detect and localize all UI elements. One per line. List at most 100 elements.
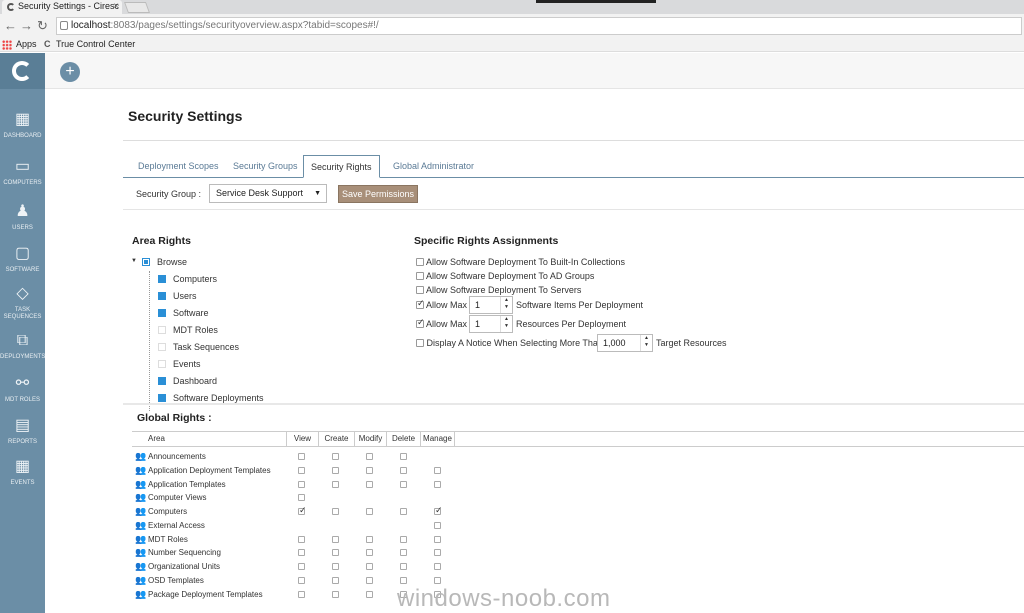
tree-node[interactable]: Software (158, 308, 209, 318)
tree-node[interactable]: Users (158, 291, 197, 301)
delete-checkbox[interactable] (400, 549, 407, 557)
modify-checkbox[interactable] (366, 453, 373, 460)
modify-checkbox[interactable] (366, 590, 373, 598)
create-checkbox[interactable] (332, 576, 339, 584)
tree-checkbox[interactable] (158, 377, 166, 385)
view-checkbox[interactable] (298, 505, 307, 516)
delete-checkbox[interactable] (400, 508, 407, 515)
tree-node-browse[interactable]: ▼ Browse (131, 257, 187, 267)
create-checkbox[interactable] (332, 549, 339, 557)
manage-checkbox[interactable] (434, 521, 441, 529)
tree-node[interactable]: Software Deployments (158, 393, 264, 403)
sidebar-item-events[interactable]: ▦ EVENTS (0, 458, 45, 487)
sidebar-item-deployments[interactable]: ⧉ DEPLOYMENTS (0, 332, 45, 361)
tree-checkbox[interactable] (158, 309, 166, 317)
browser-tab[interactable]: Security Settings - Ciresc × (2, 0, 122, 14)
close-tab-icon[interactable]: × (113, 0, 119, 13)
view-checkbox[interactable] (298, 576, 305, 584)
bookmark-apps[interactable]: Apps (16, 38, 37, 51)
create-checkbox[interactable] (332, 480, 339, 488)
modify-checkbox[interactable] (366, 480, 373, 488)
column-header-manage[interactable]: Manage (420, 432, 455, 446)
sidebar-item-computers[interactable]: ▭ COMPUTERS (0, 158, 45, 187)
spinner-arrows-icon[interactable]: ▲ ▼ (500, 297, 512, 313)
save-permissions-button[interactable]: Save Permissions (338, 185, 418, 203)
column-header-view[interactable]: View (286, 432, 318, 446)
tree-node[interactable]: Computers (158, 274, 217, 284)
create-checkbox[interactable] (332, 563, 339, 570)
manage-checkbox[interactable] (434, 505, 443, 516)
security-group-select[interactable]: Service Desk Support ▼ (209, 184, 327, 203)
tree-checkbox[interactable] (158, 343, 166, 351)
modify-checkbox[interactable] (366, 549, 373, 557)
spinner-arrows-icon[interactable]: ▲ ▼ (500, 316, 512, 332)
max-resources-stepper[interactable]: 1 ▲ ▼ (469, 315, 513, 333)
tree-checkbox[interactable] (158, 275, 166, 283)
tree-node[interactable]: Dashboard (158, 376, 217, 386)
tab-global-administrator[interactable]: Global Administrator (386, 155, 481, 178)
tab-deployment-scopes[interactable]: Deployment Scopes (131, 155, 226, 178)
column-header-create[interactable]: Create (318, 432, 354, 446)
tree-checkbox[interactable] (158, 326, 166, 334)
tree-checkbox[interactable] (142, 258, 150, 266)
delete-checkbox[interactable] (400, 535, 407, 543)
notice-threshold-stepper[interactable]: 1,000 ▲ ▼ (597, 334, 653, 352)
tree-node[interactable]: MDT Roles (158, 325, 218, 335)
modify-checkbox[interactable] (366, 466, 373, 474)
create-checkbox[interactable] (332, 453, 339, 460)
built-in-collections-checkbox[interactable] (416, 258, 424, 266)
view-checkbox[interactable] (298, 466, 305, 474)
tree-checkbox[interactable] (158, 360, 166, 368)
modify-checkbox[interactable] (366, 535, 373, 543)
manage-checkbox[interactable] (434, 480, 441, 488)
modify-checkbox[interactable] (366, 576, 373, 584)
apps-grid-icon[interactable] (2, 40, 12, 50)
manage-checkbox[interactable] (434, 576, 441, 584)
add-button[interactable]: + (60, 62, 80, 82)
servers-checkbox[interactable] (416, 286, 424, 294)
sidebar-item-dashboard[interactable]: ▦ DASHBOARD (0, 111, 45, 140)
tab-security-groups[interactable]: Security Groups (226, 155, 305, 178)
sidebar-item-task-sequences[interactable]: ◇ TASK SEQUENCES (0, 285, 45, 321)
view-checkbox[interactable] (298, 563, 305, 570)
view-checkbox[interactable] (298, 549, 305, 557)
url-field[interactable]: localhost:8083/pages/settings/securityov… (56, 17, 1022, 35)
create-checkbox[interactable] (332, 590, 339, 598)
new-tab-button[interactable] (123, 2, 151, 13)
tree-checkbox[interactable] (158, 292, 166, 300)
modify-checkbox[interactable] (366, 563, 373, 570)
back-icon[interactable]: ← (4, 18, 17, 33)
delete-checkbox[interactable] (400, 563, 407, 570)
sidebar-item-users[interactable]: ♟ USERS (0, 203, 45, 232)
delete-checkbox[interactable] (400, 576, 407, 584)
sidebar-item-mdt-roles[interactable]: ⚯ MDT ROLES (0, 375, 45, 404)
create-checkbox[interactable] (332, 535, 339, 543)
delete-checkbox[interactable] (400, 453, 407, 460)
create-checkbox[interactable] (332, 508, 339, 515)
column-header-modify[interactable]: Modify (354, 432, 386, 446)
notice-checkbox[interactable] (416, 339, 424, 347)
bookmark-true-control-center[interactable]: True Control Center (56, 38, 135, 51)
view-checkbox[interactable] (298, 494, 305, 502)
delete-checkbox[interactable] (400, 480, 407, 488)
page-info-icon[interactable] (60, 21, 68, 30)
column-header-delete[interactable]: Delete (386, 432, 420, 446)
view-checkbox[interactable] (298, 480, 305, 488)
sidebar-item-software[interactable]: ▢ SOFTWARE (0, 245, 45, 274)
sidebar-item-reports[interactable]: ▤ REPORTS (0, 417, 45, 446)
view-checkbox[interactable] (298, 453, 305, 460)
manage-checkbox[interactable] (434, 563, 441, 570)
max-resources-checkbox[interactable] (416, 317, 425, 328)
delete-checkbox[interactable] (400, 466, 407, 474)
max-software-stepper[interactable]: 1 ▲ ▼ (469, 296, 513, 314)
create-checkbox[interactable] (332, 466, 339, 474)
view-checkbox[interactable] (298, 590, 305, 598)
tree-node[interactable]: Events (158, 359, 201, 369)
app-logo[interactable] (0, 53, 45, 89)
tree-node[interactable]: Task Sequences (158, 342, 239, 352)
ad-groups-checkbox[interactable] (416, 272, 424, 280)
tree-checkbox[interactable] (158, 394, 166, 402)
modify-checkbox[interactable] (366, 508, 373, 515)
manage-checkbox[interactable] (434, 535, 441, 543)
max-software-checkbox[interactable] (416, 298, 425, 309)
